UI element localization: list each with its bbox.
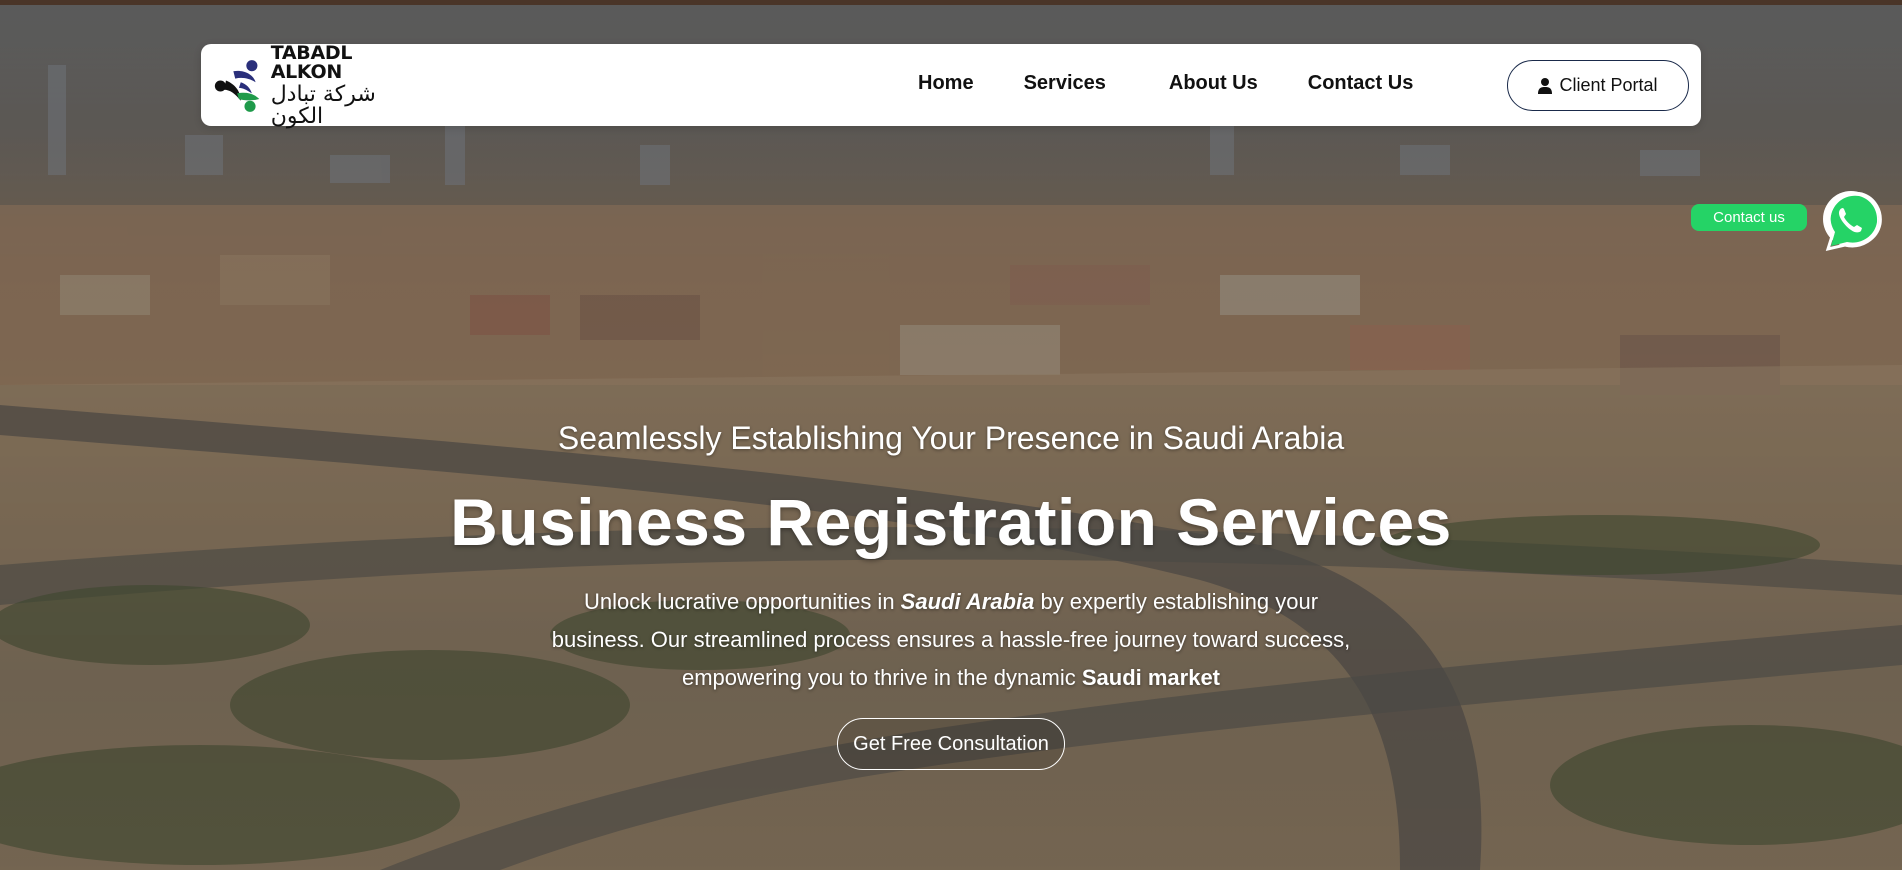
- hero-title: Business Registration Services: [450, 485, 1452, 559]
- nav-item-home[interactable]: Home: [918, 72, 974, 95]
- hero-description: Unlock lucrative opportunities in Saudi …: [540, 583, 1362, 697]
- get-free-consultation-button[interactable]: Get Free Consultation: [837, 718, 1065, 770]
- hero-desc-em2: Saudi market: [1081, 665, 1221, 690]
- client-portal-button[interactable]: Client Portal: [1507, 60, 1689, 111]
- nav-item-contact-us[interactable]: Contact Us: [1308, 72, 1414, 95]
- hero-desc-em1: Saudi Arabia: [900, 589, 1035, 614]
- logo[interactable]: TABADL ALKON شركة تبادل الكون: [213, 44, 423, 128]
- nav-item-about-us[interactable]: About Us: [1169, 72, 1258, 95]
- whatsapp-contact-label[interactable]: Contact us: [1691, 204, 1807, 231]
- hero-subtitle: Seamlessly Establishing Your Presence in…: [557, 420, 1345, 456]
- logo-name-en: TABADL ALKON: [270, 42, 353, 83]
- logo-mark-icon: [214, 60, 260, 112]
- hero-desc-part1: Unlock lucrative opportunities in: [583, 589, 901, 614]
- logo-name-ar: شركة تبادل الكون: [270, 82, 376, 129]
- client-portal-label: Client Portal: [1559, 75, 1658, 95]
- nav-item-services[interactable]: Services: [1024, 72, 1106, 95]
- person-icon: [1538, 77, 1553, 94]
- navbar: TABADL ALKON شركة تبادل الكون Home Servi…: [201, 44, 1701, 128]
- nav-links: Home Services About Us Contact Us: [918, 72, 1413, 95]
- whatsapp-widget: Contact us: [1691, 188, 1883, 252]
- whatsapp-icon[interactable]: [1819, 188, 1883, 252]
